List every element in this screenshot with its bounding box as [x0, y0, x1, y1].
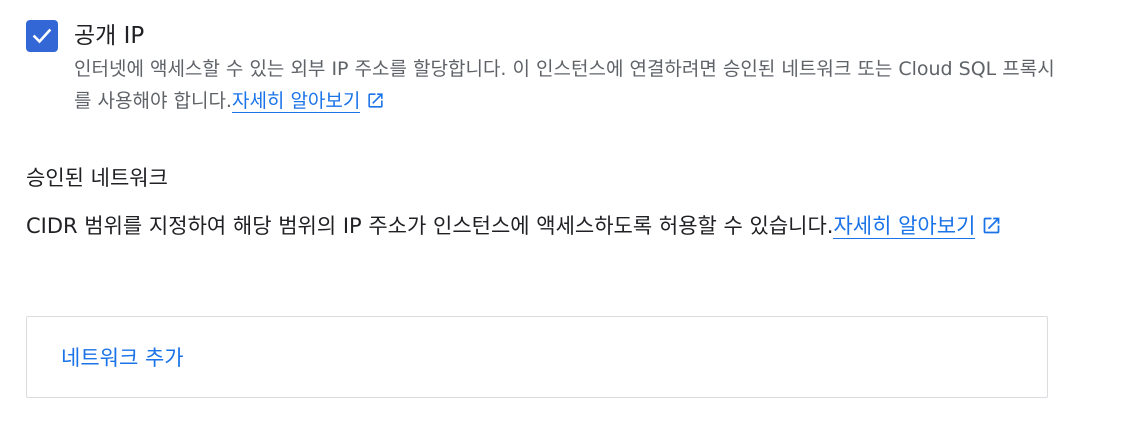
public-ip-description: 인터넷에 액세스할 수 있는 외부 IP 주소를 할당합니다. 이 인스턴스에 …: [74, 53, 1064, 117]
public-ip-option: 공개 IP 인터넷에 액세스할 수 있는 외부 IP 주소를 할당합니다. 이 …: [26, 20, 1064, 117]
authorized-networks-description-text: CIDR 범위를 지정하여 해당 범위의 IP 주소가 인스턴스에 액세스하도록…: [26, 214, 834, 238]
authorized-networks-learn-more-link[interactable]: 자세히 알아보기: [833, 214, 976, 239]
public-ip-learn-more-label: 자세히 알아보기: [231, 90, 361, 112]
authorized-networks-learn-more-label: 자세히 알아보기: [833, 214, 976, 238]
authorized-networks-title: 승인된 네트워크: [26, 166, 168, 190]
public-ip-description-text: 인터넷에 액세스할 수 있는 외부 IP 주소를 할당합니다. 이 인스턴스에 …: [74, 58, 1055, 112]
add-network-label: 네트워크 추가: [61, 346, 184, 370]
authorized-networks-description: CIDR 범위를 지정하여 해당 범위의 IP 주소가 인스턴스에 액세스하도록…: [26, 206, 1066, 246]
external-link-icon: [984, 217, 1000, 234]
add-network-button[interactable]: 네트워크 추가: [26, 316, 1048, 398]
public-ip-text: 공개 IP 인터넷에 액세스할 수 있는 외부 IP 주소를 할당합니다. 이 …: [74, 20, 1064, 117]
public-ip-learn-more-link[interactable]: 자세히 알아보기: [231, 90, 361, 113]
external-link-icon: [368, 93, 383, 108]
public-ip-checkbox[interactable]: [26, 20, 58, 52]
public-ip-label[interactable]: 공개 IP: [74, 20, 1064, 52]
checkmark-icon: [32, 28, 52, 44]
